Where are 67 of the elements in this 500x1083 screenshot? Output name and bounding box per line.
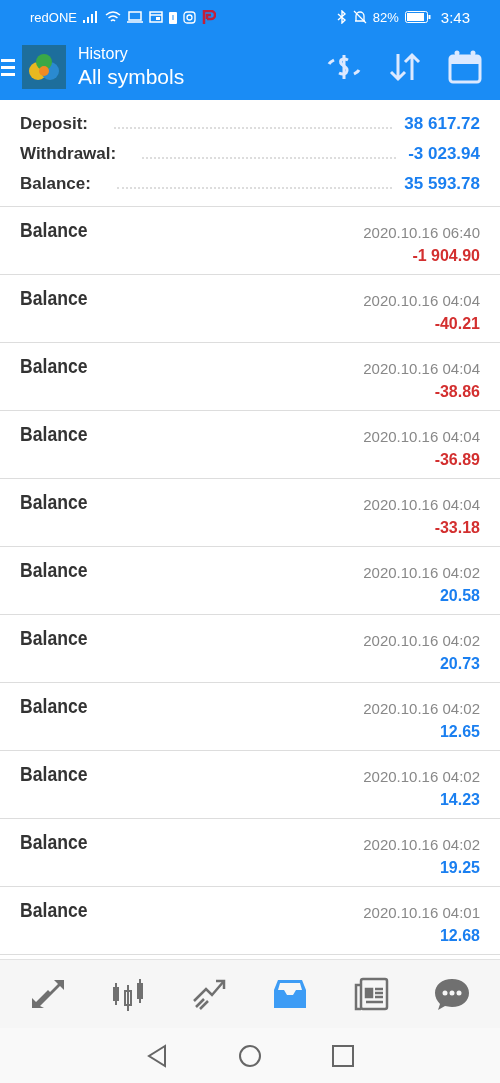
back-button[interactable] [146,1043,168,1068]
app-logo-icon [22,45,66,89]
deal-type: Balance [20,559,88,583]
deal-time: 2020.10.16 04:02 [363,768,480,785]
deal-time: 2020.10.16 04:02 [363,564,480,581]
deal-amount: -38.86 [434,383,480,401]
deal-amount: -33.18 [434,519,480,537]
deal-time: 2020.10.16 04:04 [363,496,480,513]
deal-amount: 12.65 [439,723,480,741]
carrier-name: redONE [30,9,77,25]
deal-type: Balance [20,763,88,787]
deal-amount: 20.73 [439,655,480,673]
summary-value: 38 617.72 [404,114,480,134]
inbox-tray-icon [272,978,309,1010]
deal-type: Balance [20,355,88,379]
deal-time: 2020.10.16 04:02 [363,700,480,717]
menu-icon[interactable] [0,57,16,77]
deal-type: Balance [20,219,88,243]
bluetooth-icon [336,10,347,24]
p-logo-icon [201,10,216,24]
battery-alert-icon [168,10,177,24]
symbol-filter[interactable]: All symbols [78,65,326,89]
deal-time: 2020.10.16 04:02 [363,632,480,649]
deal-amount: 20.58 [439,587,480,605]
deal-amount: -36.89 [434,451,480,469]
summary-label: Withdrawal: [20,144,117,164]
summary-label: Deposit: [20,114,88,134]
trend-arrow-icon [191,977,228,1011]
deal-amount: -1 904.90 [412,247,480,265]
deal-time: 2020.10.16 04:02 [363,836,480,853]
deal-time: 2020.10.16 06:40 [363,224,480,241]
home-button[interactable] [238,1043,262,1068]
signal-icon [82,11,99,23]
deal-amount: 12.68 [439,927,480,945]
diagonal-arrows-icon [30,978,67,1010]
deal-time: 2020.10.16 04:01 [363,904,480,921]
deal-time: 2020.10.16 04:04 [363,428,480,445]
muted-bell-icon [352,10,367,24]
deal-type: Balance [20,831,88,855]
deal-amount: 19.25 [439,859,480,877]
deal-type: Balance [20,491,88,515]
summary-label: Balance: [20,174,91,194]
clock-time: 3:43 [440,8,470,26]
battery-percent: 82% [372,9,399,25]
deal-type: Balance [20,695,88,719]
chat-bubble-icon [433,977,470,1011]
summary-value: 35 593.78 [404,174,480,194]
screen-title: History [78,45,129,63]
newspaper-icon [352,977,389,1011]
deal-time: 2020.10.16 04:04 [363,360,480,377]
calendar-button[interactable] [448,50,482,84]
wifi-icon [104,10,121,24]
deal-type: Balance [20,627,88,651]
deal-type: Balance [20,287,88,311]
deal-amount: 14.23 [439,791,480,809]
sort-button[interactable] [388,52,422,82]
summary-value: -3 023.94 [408,144,480,164]
deal-time: 2020.10.16 04:04 [363,292,480,309]
deal-type: Balance [20,899,88,923]
deal-type: Balance [20,423,88,447]
window-icon [148,11,163,23]
laptop-icon [126,11,143,23]
currency-exchange-button[interactable] [326,52,362,82]
deal-amount: -40.21 [434,315,480,333]
camera-icon [182,10,196,24]
battery-icon [404,11,431,23]
recents-button[interactable] [332,1044,354,1067]
